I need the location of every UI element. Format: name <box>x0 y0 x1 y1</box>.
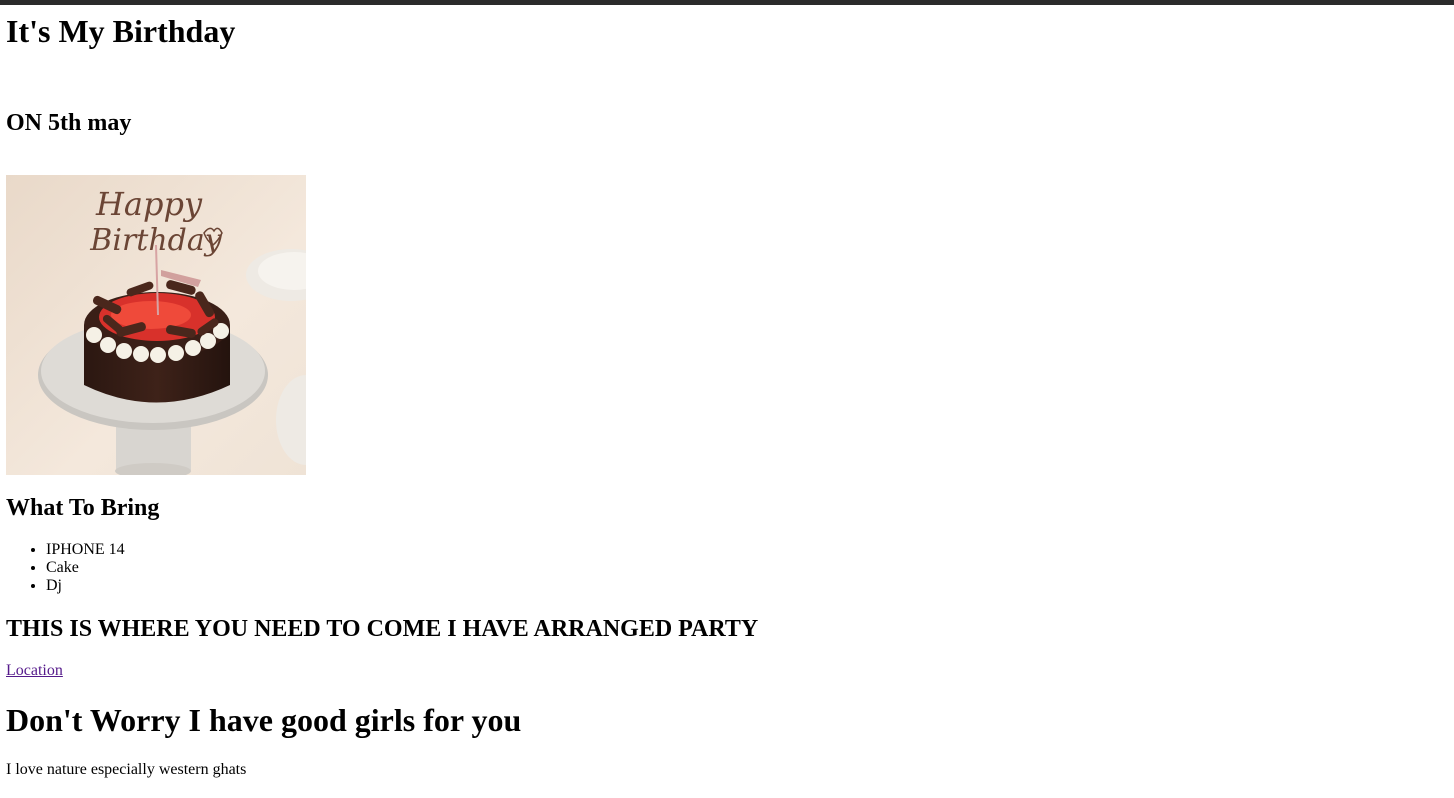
topper-text-happy: Happy <box>95 185 203 223</box>
nature-text: I love nature especially western ghats <box>6 761 247 778</box>
browser-top-bar <box>0 0 1454 5</box>
bring-list: IPHONE 14 Cake Dj <box>6 541 125 595</box>
list-item: Dj <box>46 577 125 595</box>
location-link[interactable]: Location <box>6 662 63 680</box>
cake-illustration: Happy Birthday <box>6 175 306 475</box>
list-item: Cake <box>46 559 125 577</box>
page-title: It's My Birthday <box>6 13 236 49</box>
event-date: ON 5th may <box>6 110 132 136</box>
what-to-bring-heading: What To Bring <box>6 495 160 521</box>
birthday-cake-image: Happy Birthday <box>6 175 306 475</box>
topper-text-birthday: Birthday <box>89 223 222 258</box>
secondary-heading: Don't Worry I have good girls for you <box>6 702 522 738</box>
list-item: IPHONE 14 <box>46 541 125 559</box>
party-location-heading: THIS IS WHERE YOU NEED TO COME I HAVE AR… <box>6 616 759 642</box>
